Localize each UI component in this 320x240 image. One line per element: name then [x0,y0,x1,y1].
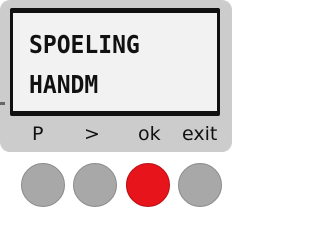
lcd-display: SPOELING HANDM [13,13,217,111]
control-unit: SPOELING HANDM P > ok exit [0,0,232,210]
panel-edge-marker [0,102,5,105]
exit-button[interactable] [178,163,222,207]
softkey-label-exit: exit [182,123,218,145]
control-panel: SPOELING HANDM P > ok exit [0,0,232,152]
softkey-label-next: > [84,123,100,145]
ok-button[interactable] [126,163,170,207]
next-button[interactable] [73,163,117,207]
p-button[interactable] [21,163,65,207]
display-line-2: HANDM [29,70,99,99]
display-line-1: SPOELING [29,30,140,59]
softkey-label-ok: ok [138,123,161,145]
softkey-label-p: P [32,123,44,145]
